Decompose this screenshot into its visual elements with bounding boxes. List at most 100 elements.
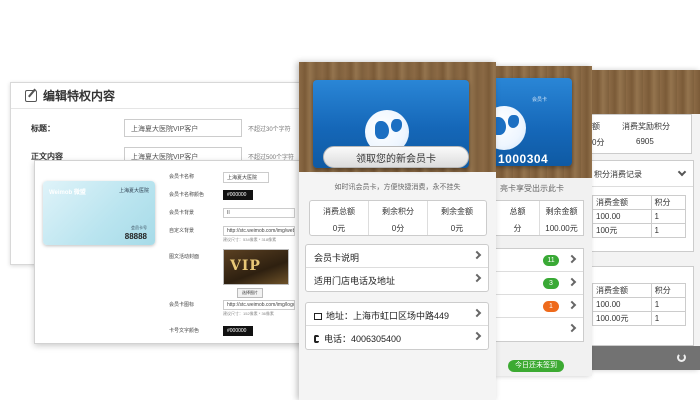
card-preview-name: 上海夏大医院 (118, 188, 149, 194)
count-badge: 11 (543, 255, 559, 266)
stat-label: 总额 (509, 207, 526, 216)
record-title: 积分消费记录 (594, 170, 642, 179)
points-record-box: 积分消费记录 消费金额 积分 100.00 1 100元 1 (592, 160, 694, 252)
phone-claim-screen: 领取您的新会员卡 如时讯会员卡，方便快捷消费，永不挂失 消费总额 0元 剩余积分… (299, 62, 496, 400)
card-name-input[interactable]: 上海夏大医院 (223, 172, 269, 183)
custom-bg-input[interactable]: http://stc.weimob.com/img/web_bkt (223, 226, 295, 236)
stat-value: 分 (513, 224, 522, 233)
bg-size-note: 建议尺寸：534像素 * 318像素 (223, 237, 277, 242)
table-header-cell: 积分 (650, 283, 687, 298)
stat-label: 剩余金额 (545, 207, 578, 216)
table-row: 消费金额 积分 (592, 195, 686, 210)
select-image-button[interactable]: 选择图片 (237, 288, 263, 298)
stat-value: 0元 (450, 224, 464, 233)
list-item[interactable] (496, 318, 583, 341)
title-input[interactable]: 上海夏大医院VIP客户 (124, 119, 242, 137)
card-icon-label: 会员卡图标 (169, 302, 195, 308)
panel-title: 编辑特权内容 (43, 89, 116, 103)
table-header-cell: 积分 (650, 195, 686, 210)
table-row: 100.00元 1 (592, 311, 687, 326)
menu-group: 11 3 1 (496, 248, 584, 342)
menu-item-phone[interactable]: 电话：4006305400 (306, 326, 488, 349)
record-table: 消费金额 积分 100.00 1 100元 1 (592, 195, 686, 238)
summary-value-2: 6905 (636, 137, 654, 146)
claim-subtitle: 如时讯会员卡，方便快捷消费，永不挂失 (334, 184, 461, 191)
list-item[interactable]: 11 (496, 249, 583, 272)
number-color-input[interactable]: #000000 (223, 326, 253, 336)
table-cell: 1 (650, 209, 686, 224)
edit-icon (25, 89, 37, 102)
table-cell: 1 (650, 297, 687, 312)
card-name-color-label: 会员卡名称颜色 (169, 192, 205, 198)
card-number-label: 会员卡号 (131, 225, 147, 230)
stat-value: 0元 (332, 224, 346, 233)
list-item[interactable]: 1 (496, 295, 583, 318)
balance-stats: 总额 分 剩余金额 100.00元 (496, 200, 584, 236)
stat-label: 剩余金额 (441, 207, 473, 216)
chevron-right-icon (472, 331, 482, 341)
table-row: 100.00 1 (592, 297, 687, 312)
phone-card-screen: 会员卡 1000304 亮卡享受出示此卡 总额 分 剩余金额 100.00元 1… (496, 66, 592, 376)
record-table-2: 消费金额 积分 100.00 1 100.00元 1 (592, 283, 687, 326)
wood-background (592, 70, 700, 114)
bottom-toolbar (592, 346, 700, 370)
chevron-right-icon (567, 254, 577, 264)
summary-label-1: 额 (592, 122, 600, 131)
table-row: 消费金额 积分 (592, 283, 687, 298)
table-cell: 100.00 (592, 209, 652, 224)
title-hint: 不超过30个字符 (248, 127, 291, 133)
table-cell: 100.00元 (592, 311, 652, 326)
refresh-icon[interactable] (677, 353, 686, 362)
chevron-right-icon (567, 300, 577, 310)
claim-card-button[interactable]: 领取您的新会员卡 (323, 146, 469, 168)
brand-logo: Weimob 微盟 (49, 190, 86, 196)
member-card-2: 会员卡 1000304 (496, 78, 572, 166)
card-preview: Weimob 微盟 上海夏大医院 会员卡号 88888 (43, 181, 155, 245)
table-header-cell: 消费金额 (592, 283, 652, 298)
count-badge: 3 (543, 278, 559, 289)
menu-item-card-info[interactable]: 会员卡说明 (306, 245, 488, 268)
table-cell: 100元 (592, 223, 652, 238)
info-menu: 会员卡说明 适用门店电话及地址 (305, 244, 489, 292)
menu-item-stores[interactable]: 适用门店电话及地址 (306, 268, 488, 291)
account-stats: 消费总额 0元 剩余积分 0分 剩余金额 0元 (309, 200, 487, 236)
summary-label-2: 消费奖励积分 (622, 122, 670, 131)
contact-menu: 地址：上海市虹口区场中路449 电话：4006305400 (305, 302, 489, 350)
map-pin-icon (314, 313, 322, 320)
stat-cell: 剩余金额 0元 (428, 201, 486, 235)
card-bg-select[interactable]: II (223, 208, 295, 218)
points-summary: 额 消费奖励积分 0分 6905 (592, 114, 692, 154)
stat-cell: 剩余金额 100.00元 (540, 201, 583, 235)
promo-composite: 编辑特权内容 标题： 上海夏大医院VIP客户 不超过30个字符 正文内容 上海夏… (0, 0, 700, 400)
summary-value-1: 0分 (592, 138, 605, 147)
chevron-right-icon (472, 250, 482, 260)
sign-in-button[interactable]: 今日还未签到 (508, 360, 564, 372)
stat-cell: 总额 分 (496, 201, 540, 235)
card-number: 88888 (124, 232, 147, 241)
list-item[interactable]: 3 (496, 272, 583, 295)
menu-item-address[interactable]: 地址：上海市虹口区场中路449 (306, 303, 488, 326)
card-name-label: 会员卡名称 (169, 174, 195, 180)
stat-value: 0分 (391, 224, 405, 233)
card-subtitle: 亮卡享受出示此卡 (500, 184, 564, 193)
card-name-color-input[interactable]: #000000 (223, 190, 253, 200)
card-tag: 会员卡 (532, 97, 548, 103)
points-record-box-2: 消费金额 积分 100.00 1 100.00元 1 (592, 266, 694, 346)
table-cell: 100.00 (592, 297, 652, 312)
globe-icon (496, 106, 526, 150)
chevron-down-icon (677, 167, 687, 177)
vip-text: VIP (230, 258, 261, 274)
stat-value: 100.00元 (545, 224, 578, 233)
card-bg-label: 会员卡背景 (169, 210, 195, 216)
card-editor-panel: Weimob 微盟 上海夏大医院 会员卡号 88888 会员卡名称 上海夏大医院… (34, 160, 312, 344)
phone-icon (314, 335, 319, 343)
stat-cell: 消费总额 0元 (310, 201, 369, 235)
table-cell: 1 (650, 311, 687, 326)
vip-cover-image: VIP (223, 249, 289, 285)
cover-label: 图文活动封面 (169, 254, 200, 260)
card-icon-input[interactable]: http://stc.weimob.com/img/logo.png (223, 300, 295, 310)
chevron-right-icon (472, 308, 482, 318)
record-header[interactable]: 积分消费记录 (592, 161, 693, 187)
table-row: 100.00 1 (592, 209, 686, 224)
count-badge: 1 (543, 301, 559, 312)
